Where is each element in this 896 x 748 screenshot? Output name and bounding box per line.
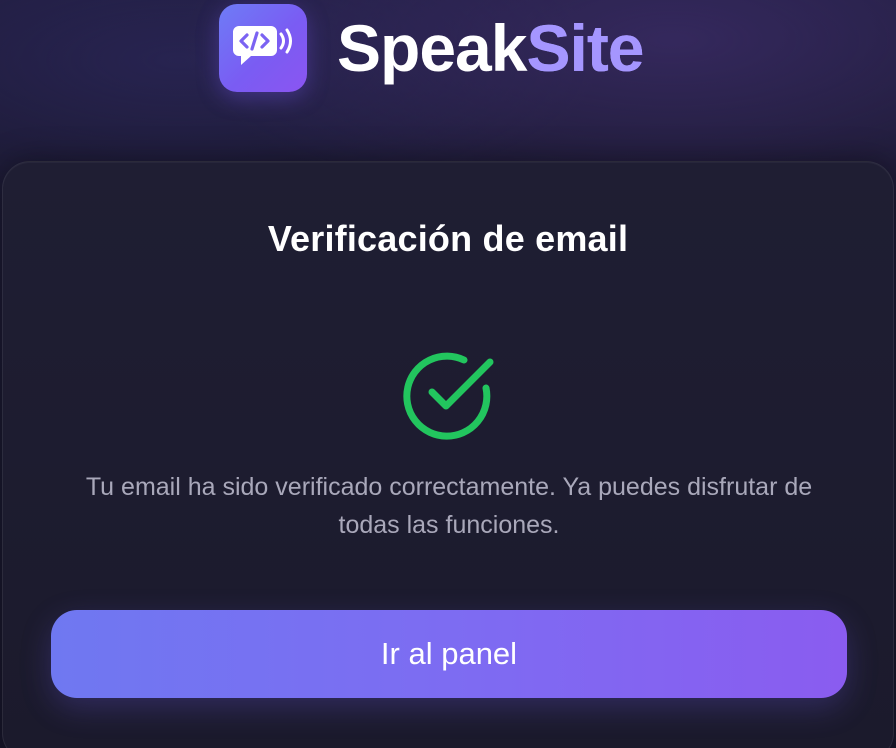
logo [219,4,307,92]
go-to-dashboard-button[interactable]: Ir al panel [51,610,847,698]
success-message: Tu email ha sido verificado correctament… [85,473,813,539]
brand-name: SpeakSite [337,15,645,81]
brand-header: SpeakSite [219,4,645,92]
check-circle-icon [403,352,494,440]
brand-name-accent: Site [526,11,644,85]
card-title: Verificación de email [267,218,629,259]
verification-card: Verificación de email Tu email ha sido v… [2,161,894,748]
status-indicator [402,348,498,444]
brand-name-primary: Speak [337,11,527,85]
code-speech-bubble-icon [233,26,292,65]
